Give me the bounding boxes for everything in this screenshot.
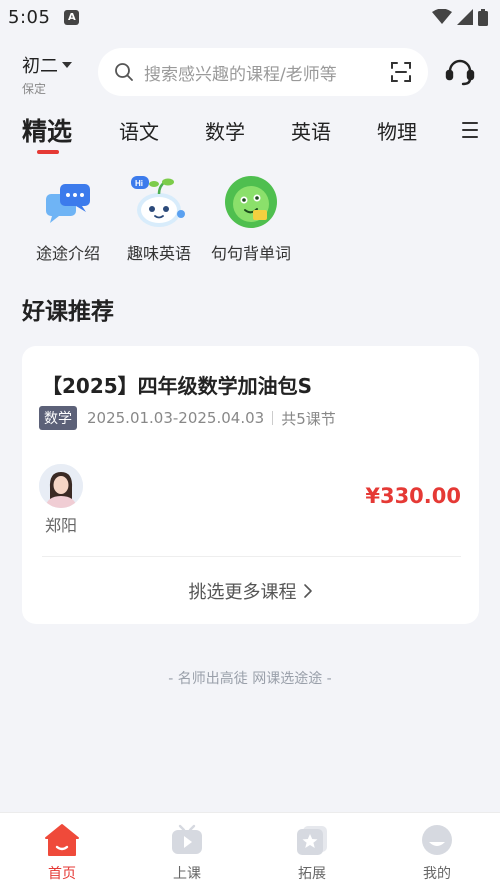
- status-bar: 5:05 A: [0, 0, 500, 34]
- subject-tabs: 精选 语文 数学 英语 物理: [0, 108, 500, 158]
- mascot-icon: Hi: [129, 172, 189, 232]
- teacher-name: 郑阳: [44, 516, 77, 535]
- play-icon: [169, 823, 205, 857]
- shortcut-label: 趣味英语: [126, 244, 191, 263]
- chevron-right-icon: [303, 584, 312, 598]
- course-date-range: 2025.01.03-2025.04.03: [87, 409, 265, 427]
- profile-icon: [419, 823, 455, 857]
- search-input[interactable]: 搜索感兴趣的课程/老师等: [144, 60, 388, 85]
- divider: [272, 411, 274, 425]
- shortcut-vocab[interactable]: 句句背单词: [206, 172, 296, 264]
- star-icon: [294, 823, 330, 857]
- nav-home[interactable]: 首页: [22, 823, 102, 883]
- shortcut-fun-english[interactable]: Hi 趣味英语: [114, 172, 204, 264]
- course-title: 【2025】四年级数学加油包S: [42, 374, 313, 398]
- shortcut-intro[interactable]: 途途介绍: [23, 172, 113, 264]
- nav-expand[interactable]: 拓展: [272, 823, 352, 883]
- header: 初二 保定 搜索感兴趣的课程/老师等: [0, 44, 500, 104]
- status-time: 5:05: [8, 6, 51, 28]
- more-courses-label: 挑选更多课程: [188, 582, 297, 603]
- signal-icon: [457, 9, 473, 25]
- section-title: 好课推荐: [22, 299, 114, 325]
- city-label: 保定: [22, 82, 47, 96]
- footer-slogan: - 名师出高徒 网课选途途 -: [168, 671, 332, 687]
- tab-english[interactable]: 英语: [291, 116, 331, 145]
- tab-math[interactable]: 数学: [205, 116, 245, 145]
- shortcut-label: 句句背单词: [210, 244, 291, 263]
- lesson-count: 共5课节: [281, 409, 336, 428]
- svg-text:Hi: Hi: [135, 179, 143, 188]
- grade-selector[interactable]: 初二 保定: [22, 52, 72, 97]
- nav-class[interactable]: 上课: [147, 823, 227, 883]
- menu-icon[interactable]: [462, 122, 478, 138]
- shortcut-label: 途途介绍: [35, 244, 100, 263]
- customer-service-icon[interactable]: [443, 56, 477, 90]
- home-icon: [44, 823, 80, 857]
- course-meta: 数学 2025.01.03-2025.04.03 共5课节: [39, 406, 336, 430]
- search-bar[interactable]: 搜索感兴趣的课程/老师等: [98, 48, 428, 96]
- bottom-nav: 首页 上课 拓展 我的: [0, 812, 500, 888]
- wifi-icon: [432, 9, 452, 24]
- avatar: [39, 464, 83, 508]
- shortcut-grid: 途途介绍 Hi 趣味英语 句句背单词: [0, 172, 500, 272]
- nav-label: 首页: [48, 866, 76, 882]
- green-character-icon: [221, 172, 281, 232]
- course-card[interactable]: 【2025】四年级数学加油包S 数学 2025.01.03-2025.04.03…: [22, 346, 479, 624]
- status-indicators: [432, 8, 488, 26]
- nav-profile[interactable]: 我的: [397, 823, 477, 883]
- divider: [42, 556, 461, 557]
- grade-label: 初二: [22, 56, 58, 77]
- more-courses-link[interactable]: 挑选更多课程: [22, 578, 479, 604]
- tab-physics[interactable]: 物理: [377, 116, 417, 145]
- chat-bubbles-icon: [38, 172, 98, 232]
- battery-icon: [478, 8, 488, 26]
- active-tab-indicator: [37, 150, 59, 154]
- caret-down-icon: [62, 62, 72, 68]
- scan-icon[interactable]: [388, 59, 414, 85]
- tab-featured[interactable]: 精选: [22, 112, 72, 148]
- nav-label: 拓展: [298, 866, 326, 882]
- subject-badge: 数学: [39, 406, 77, 430]
- tab-chinese[interactable]: 语文: [119, 116, 159, 145]
- course-price: ¥330.00: [365, 484, 461, 508]
- search-icon: [115, 63, 133, 81]
- nav-label: 我的: [423, 866, 451, 882]
- nav-label: 上课: [173, 866, 201, 882]
- notification-icon: A: [64, 9, 80, 25]
- teacher[interactable]: 郑阳: [38, 464, 84, 536]
